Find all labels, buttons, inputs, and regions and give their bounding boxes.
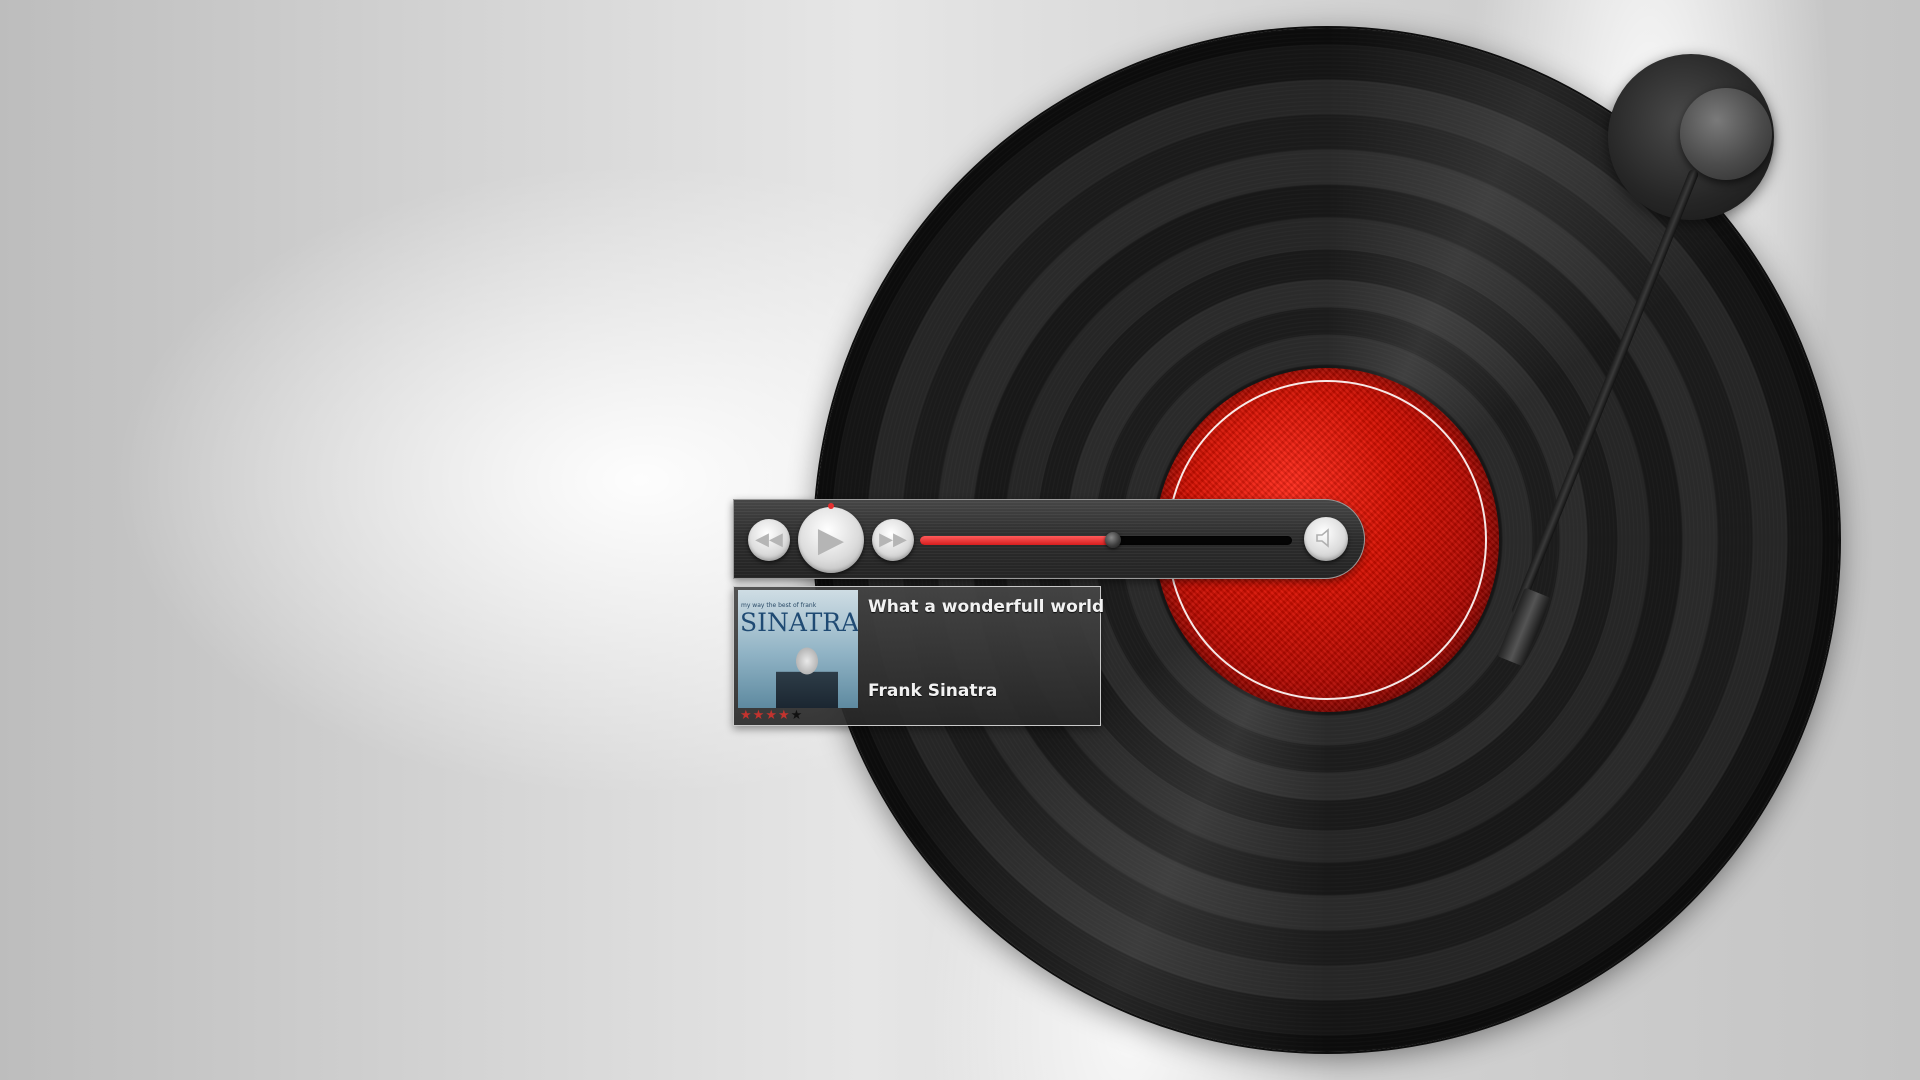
album-cover[interactable]: my way the best of frank SINATRA bbox=[738, 590, 858, 708]
track-title: What a wonderfull world bbox=[868, 597, 1105, 617]
rating-star[interactable]: ★ bbox=[765, 708, 778, 723]
fast-forward-icon: ▶▶ bbox=[879, 529, 907, 550]
play-icon: ▶ bbox=[817, 520, 845, 560]
rating-star[interactable]: ★ bbox=[740, 708, 753, 723]
track-artist: Frank Sinatra bbox=[868, 681, 998, 701]
tonearm-pivot-knob bbox=[1680, 88, 1772, 180]
track-info-panel: my way the best of frank SINATRA ★★★★★ W… bbox=[733, 586, 1105, 726]
player-controls-bar: ◀◀ ▶ ▶▶ bbox=[733, 499, 1365, 579]
speaker-icon bbox=[1315, 527, 1337, 551]
progress-bar[interactable] bbox=[920, 532, 1292, 548]
rating-star[interactable]: ★ bbox=[778, 708, 791, 723]
fast-forward-button[interactable]: ▶▶ bbox=[872, 519, 914, 561]
rating-star[interactable]: ★ bbox=[791, 708, 804, 723]
rewind-icon: ◀◀ bbox=[755, 529, 783, 550]
volume-button[interactable] bbox=[1304, 517, 1348, 561]
play-indicator-dot bbox=[828, 503, 834, 509]
cover-title: SINATRA bbox=[740, 608, 858, 637]
play-button[interactable]: ▶ bbox=[798, 507, 864, 573]
cover-portrait bbox=[776, 640, 838, 708]
rating-stars[interactable]: ★★★★★ bbox=[740, 709, 803, 722]
progress-handle[interactable] bbox=[1105, 532, 1122, 548]
progress-fill bbox=[920, 536, 1114, 545]
rewind-button[interactable]: ◀◀ bbox=[748, 519, 790, 561]
rating-star[interactable]: ★ bbox=[753, 708, 766, 723]
